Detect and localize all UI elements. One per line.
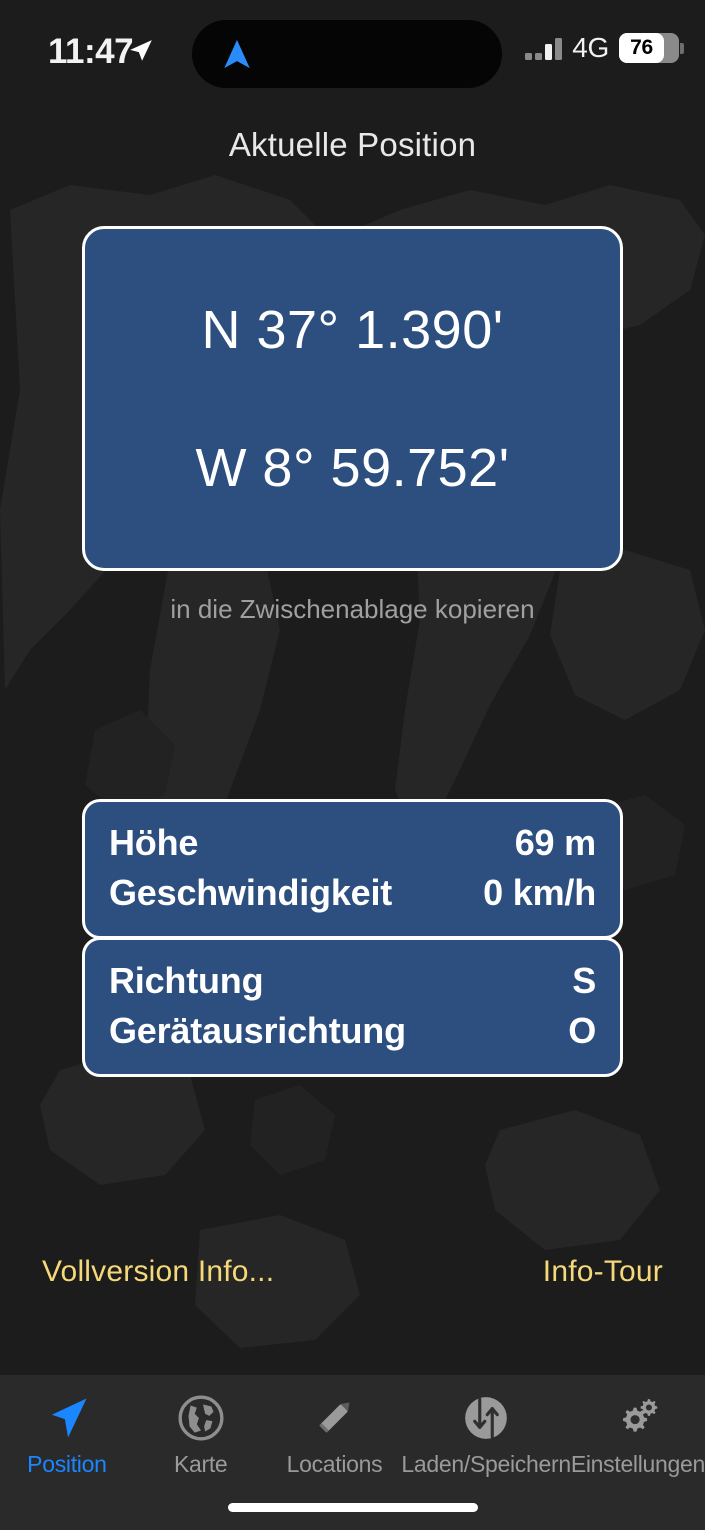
info-tour-link[interactable]: Info-Tour — [543, 1255, 663, 1289]
battery-tip — [680, 43, 684, 54]
latitude-value: N 37° 1.390' — [201, 299, 504, 360]
load-save-arrows-icon — [461, 1389, 511, 1447]
info-row: Richtung S — [109, 956, 596, 1006]
coordinates-card[interactable]: N 37° 1.390' W 8° 59.752' — [82, 226, 623, 571]
tab-position[interactable]: Position — [0, 1389, 134, 1478]
status-bar-time: 11:47 — [48, 32, 134, 71]
tab-locations[interactable]: Locations — [268, 1389, 402, 1478]
cellular-signal-icon — [525, 36, 563, 60]
info-value: S — [572, 960, 596, 1001]
bottom-links: Vollversion Info... Info-Tour — [0, 1255, 705, 1289]
longitude-value: W 8° 59.752' — [195, 437, 510, 498]
navigation-arrow-icon — [41, 1389, 93, 1447]
info-row: Gerätausrichtung O — [109, 1006, 596, 1056]
tab-label: Laden/Speichern — [401, 1451, 571, 1477]
home-indicator[interactable] — [227, 1503, 478, 1512]
info-row: Höhe 69 m — [109, 818, 596, 868]
copy-to-clipboard-hint[interactable]: in die Zwischenablage kopieren — [0, 594, 705, 625]
dynamic-island[interactable] — [192, 20, 502, 88]
tab-label: Position — [27, 1451, 107, 1477]
tab-label: Einstellungen — [570, 1451, 705, 1477]
info-value: 69 m — [514, 822, 596, 863]
pencil-icon — [309, 1389, 359, 1447]
direction-orientation-card[interactable]: Richtung S Gerätausrichtung O — [82, 937, 623, 1077]
page-title: Aktuelle Position — [228, 126, 477, 163]
network-type-label: 4G — [572, 32, 609, 63]
status-bar-right: 4G 76 — [525, 32, 684, 64]
info-row: Geschwindigkeit 0 km/h — [109, 868, 596, 918]
location-arrow-icon — [130, 40, 152, 61]
status-bar: 11:47 4G 76 — [0, 0, 705, 108]
altitude-speed-card[interactable]: Höhe 69 m Geschwindigkeit 0 km/h — [82, 799, 623, 939]
battery-icon: 76 — [619, 33, 684, 63]
gears-icon — [612, 1389, 664, 1447]
app-screen: 11:47 4G 76 Aktuelle Position N 37° 1.39… — [0, 0, 705, 1530]
info-value: 0 km/h — [483, 872, 596, 913]
info-label: Höhe — [109, 822, 199, 863]
tab-einstellungen[interactable]: Einstellungen — [571, 1389, 705, 1478]
info-label: Gerätausrichtung — [109, 1010, 406, 1051]
info-label: Richtung — [109, 960, 264, 1001]
info-label: Geschwindigkeit — [109, 872, 393, 913]
vollversion-info-link[interactable]: Vollversion Info... — [42, 1255, 274, 1289]
tab-label: Locations — [286, 1451, 383, 1477]
tab-karte[interactable]: Karte — [134, 1389, 268, 1478]
tab-label: Karte — [173, 1451, 228, 1477]
globe-icon — [176, 1389, 226, 1447]
battery-level-label: 76 — [630, 36, 653, 59]
info-value: O — [568, 1010, 596, 1051]
navigation-arrow-icon — [224, 39, 250, 69]
tab-laden-speichern[interactable]: Laden/Speichern — [401, 1389, 571, 1478]
